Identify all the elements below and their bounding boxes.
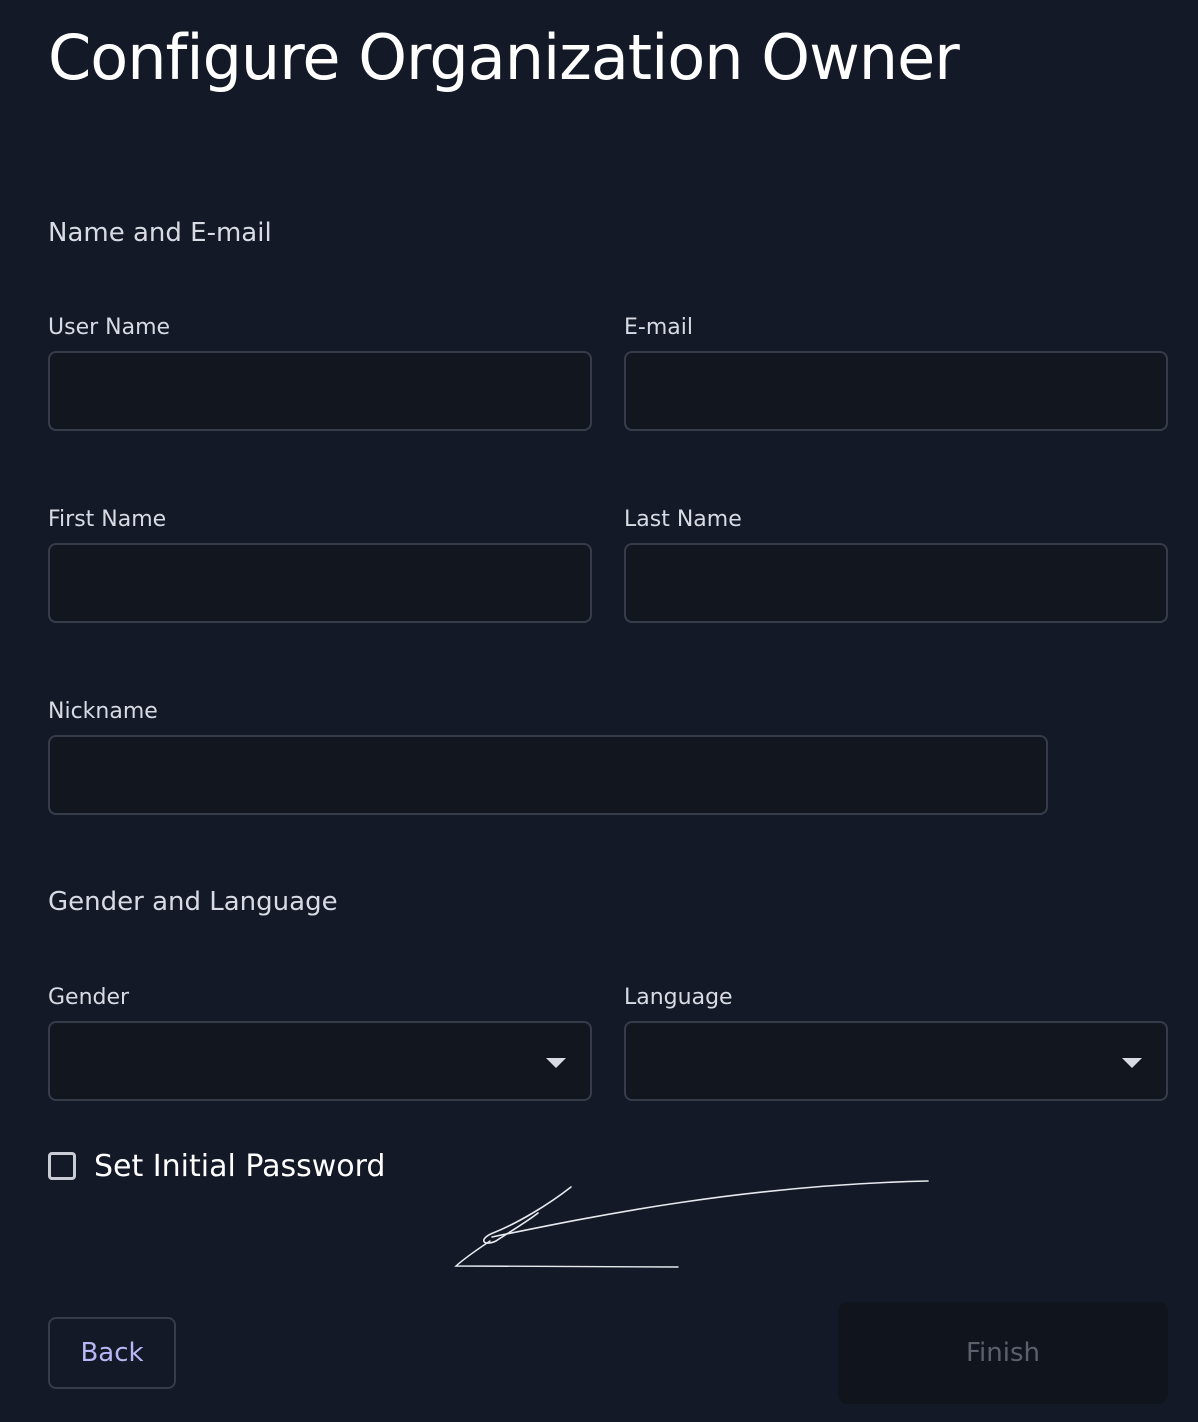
first-name-input[interactable] [48, 543, 592, 623]
first-name-label: First Name [48, 507, 167, 532]
user-name-input[interactable] [48, 351, 592, 431]
last-name-input[interactable] [624, 543, 1168, 623]
finish-button[interactable]: Finish [838, 1302, 1168, 1404]
page-title: Configure Organization Owner [48, 21, 960, 94]
chevron-down-icon [546, 1058, 566, 1068]
user-name-label: User Name [48, 315, 171, 340]
chevron-down-icon [1122, 1058, 1142, 1068]
language-label: Language [624, 985, 733, 1010]
nickname-label: Nickname [48, 699, 158, 724]
last-name-label: Last Name [624, 507, 742, 532]
nickname-input[interactable] [48, 735, 1048, 815]
back-button[interactable]: Back [48, 1317, 176, 1389]
email-input[interactable] [624, 351, 1168, 431]
set-initial-password-toggle[interactable]: Set Initial Password [48, 1147, 385, 1185]
set-initial-password-label: Set Initial Password [94, 1148, 386, 1184]
language-select[interactable] [624, 1021, 1168, 1101]
email-label: E-mail [624, 315, 693, 340]
set-initial-password-checkbox[interactable] [48, 1152, 76, 1180]
gender-label: Gender [48, 985, 130, 1010]
section-title-gender-language: Gender and Language [48, 887, 338, 917]
section-title-name-email: Name and E-mail [48, 218, 272, 248]
gender-select[interactable] [48, 1021, 592, 1101]
signature-scribble [454, 1180, 929, 1268]
